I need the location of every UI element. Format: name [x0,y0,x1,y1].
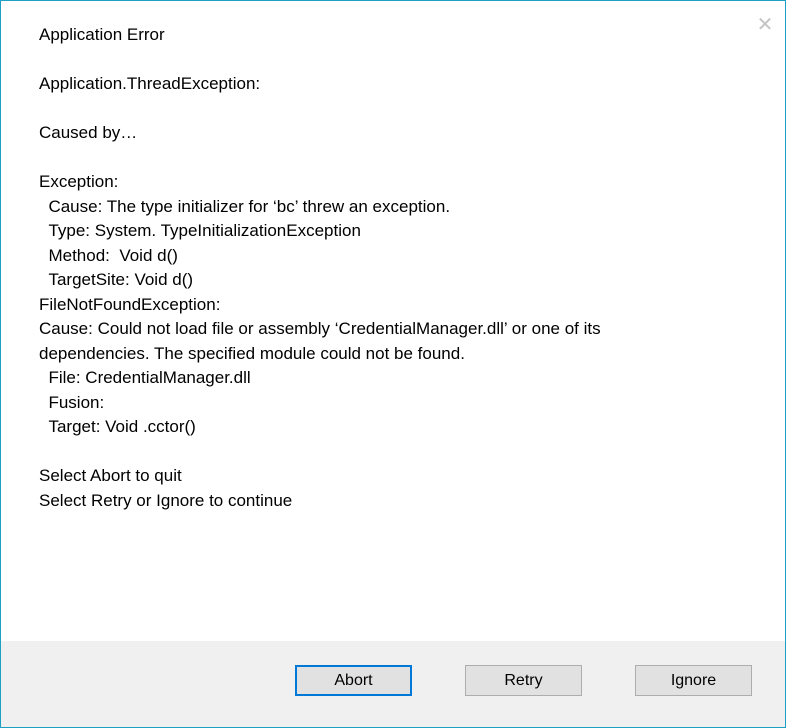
filenotfound-label: FileNotFoundException: [39,294,221,314]
dialog-title: Application Error [39,25,165,44]
exception-method: Method: Void d() [39,245,178,265]
exception-cause: Cause: The type initializer for ‘bc’ thr… [39,196,451,216]
filenotfound-cause: Cause: Could not load file or assembly ‘… [39,319,601,338]
exception-label: Exception: [39,172,119,191]
filenotfound-cause-cont: dependencies. The specified module could… [39,343,465,363]
instruction-retry-ignore: Select Retry or Ignore to continue [39,490,293,510]
caused-by-label: Caused by… [39,123,138,142]
exception-type: Type: System. TypeInitializationExceptio… [39,221,361,240]
ignore-button[interactable]: Ignore [635,665,752,696]
exception-targetsite: TargetSite: Void d() [39,270,194,289]
abort-button[interactable]: Abort [295,665,412,696]
error-dialog: ✕ Application Error Application.ThreadEx… [0,0,786,728]
retry-button[interactable]: Retry [465,665,582,696]
filenotfound-target: Target: Void .cctor() [39,417,196,436]
message-area: Application Error Application.ThreadExce… [39,23,773,513]
filenotfound-fusion: Fusion: [39,392,105,412]
exception-header: Application.ThreadException: [39,74,261,93]
instruction-abort: Select Abort to quit [39,466,182,485]
filenotfound-file: File: CredentialManager.dll [39,368,251,387]
button-bar: Abort Retry Ignore [1,641,785,727]
